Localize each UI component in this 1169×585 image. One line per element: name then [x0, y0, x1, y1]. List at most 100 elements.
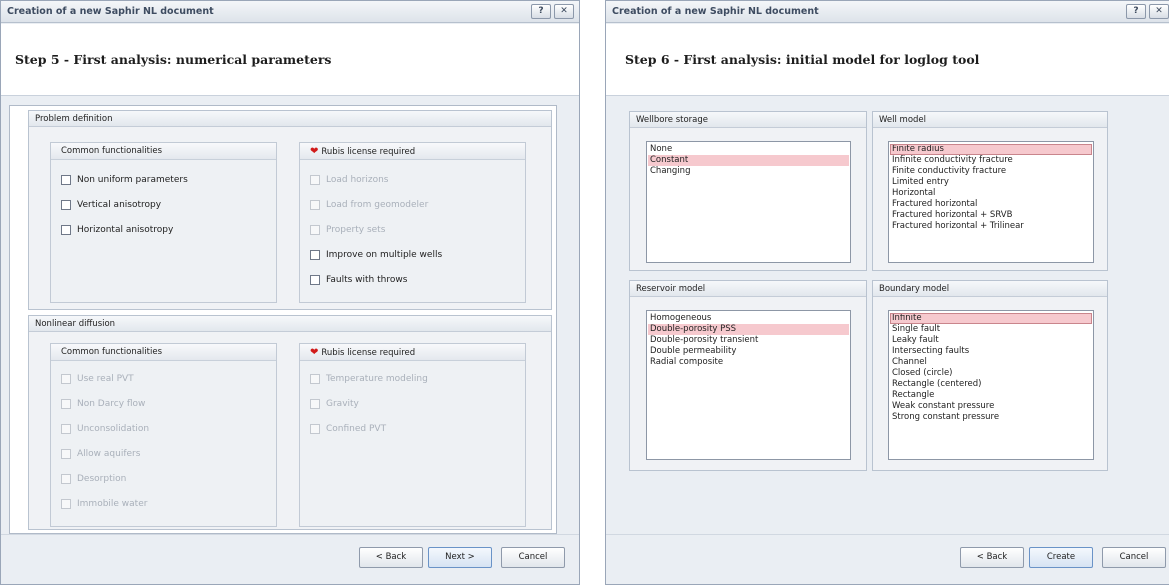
checkbox-load-from-geomodeler: Load from geomodeler — [310, 199, 428, 211]
boundary-model-list[interactable]: Infinite Single fault Leaky fault Inters… — [888, 310, 1094, 460]
well-model-group: Well model Finite radius Infinite conduc… — [872, 111, 1108, 271]
list-item[interactable]: Leaky fault — [890, 335, 1092, 346]
list-item[interactable]: Rectangle — [890, 390, 1092, 401]
checkbox-label: Horizontal anisotropy — [77, 225, 174, 235]
checkbox-label: Allow aquifers — [77, 449, 141, 459]
list-item[interactable]: Infinite conductivity fracture — [890, 155, 1092, 166]
checkbox-label: Vertical anisotropy — [77, 200, 162, 210]
checkbox-box — [61, 399, 71, 409]
checkbox-box[interactable] — [61, 200, 71, 210]
list-item[interactable]: Horizontal — [890, 188, 1092, 199]
list-item-selected[interactable]: Infinite — [890, 313, 1092, 324]
checkbox-confined-pvt: Confined PVT — [310, 423, 386, 435]
dialog-step5: Creation of a new Saphir NL document ? ✕… — [0, 0, 580, 585]
list-item[interactable]: Limited entry — [890, 177, 1092, 188]
checkbox-label: Temperature modeling — [326, 374, 428, 384]
create-button[interactable]: Create — [1029, 547, 1093, 568]
list-item-selected[interactable]: Finite radius — [890, 144, 1092, 155]
list-item[interactable]: Channel — [890, 357, 1092, 368]
step-header: Step 6 - First analysis: initial model f… — [606, 24, 1169, 96]
cancel-button[interactable]: Cancel — [501, 547, 565, 568]
step-title: Step 6 - First analysis: initial model f… — [625, 52, 980, 67]
rubis-license-panel: ❤ Rubis license required Temperature mode… — [299, 343, 526, 527]
group-title: Nonlinear diffusion — [29, 316, 551, 332]
checkbox-vertical-anisotropy[interactable]: Vertical anisotropy — [61, 199, 161, 211]
checkbox-box — [61, 424, 71, 434]
window-title: Creation of a new Saphir NL document — [7, 6, 214, 17]
list-item[interactable]: Fractured horizontal — [890, 199, 1092, 210]
checkbox-faults-with-throws[interactable]: Faults with throws — [310, 274, 407, 286]
close-button[interactable]: ✕ — [554, 4, 574, 19]
checkbox-gravity: Gravity — [310, 398, 359, 410]
checkbox-label: Load from geomodeler — [326, 200, 429, 210]
group-title: Wellbore storage — [630, 112, 866, 128]
checkbox-non-uniform-parameters[interactable]: Non uniform parameters — [61, 174, 188, 186]
group-title: Problem definition — [29, 111, 551, 127]
nonlinear-diffusion-group: Nonlinear diffusion Common functionaliti… — [28, 315, 552, 530]
checkbox-box — [310, 424, 320, 434]
checkbox-label: Property sets — [326, 225, 386, 235]
panel-title: Common functionalities — [51, 143, 276, 160]
list-item[interactable]: Fractured horizontal + SRVB — [890, 210, 1092, 221]
panel-title: Rubis license required — [321, 348, 416, 358]
checkbox-label: Desorption — [77, 474, 127, 484]
checkbox-label: Gravity — [326, 399, 359, 409]
list-item[interactable]: Double permeability — [648, 346, 849, 357]
checkbox-box — [61, 374, 71, 384]
list-item[interactable]: Intersecting faults — [890, 346, 1092, 357]
close-button[interactable]: ✕ — [1149, 4, 1169, 19]
checkbox-label: Unconsolidation — [77, 424, 150, 434]
list-item[interactable]: Closed (circle) — [890, 368, 1092, 379]
list-item[interactable]: Single fault — [890, 324, 1092, 335]
title-bar[interactable]: Creation of a new Saphir NL document ? ✕ — [606, 1, 1169, 23]
title-bar[interactable]: Creation of a new Saphir NL document ? ✕ — [1, 1, 579, 23]
common-functionalities-panel: Common functionalities Non uniform param… — [50, 142, 277, 303]
wellbore-storage-list[interactable]: None Constant Changing — [646, 141, 851, 263]
button-bar: < Back Next > Cancel — [1, 534, 579, 584]
checkbox-temperature-modeling: Temperature modeling — [310, 373, 428, 385]
checkbox-label: Non uniform parameters — [77, 175, 188, 185]
common-functionalities-panel: Common functionalities Use real PVT Non … — [50, 343, 277, 527]
group-title: Reservoir model — [630, 281, 866, 297]
checkbox-load-horizons: Load horizons — [310, 174, 389, 186]
checkbox-box — [61, 449, 71, 459]
checkbox-box[interactable] — [61, 175, 71, 185]
checkbox-improve-on-multiple-wells[interactable]: Improve on multiple wells — [310, 249, 442, 261]
help-button[interactable]: ? — [531, 4, 551, 19]
list-item[interactable]: Homogeneous — [648, 313, 849, 324]
list-item[interactable]: Finite conductivity fracture — [890, 166, 1092, 177]
back-button[interactable]: < Back — [359, 547, 423, 568]
reservoir-model-list[interactable]: Homogeneous Double-porosity PSS Double-p… — [646, 310, 851, 460]
checkbox-label: Improve on multiple wells — [326, 250, 443, 260]
checkbox-label: Use real PVT — [77, 374, 134, 384]
panel-title-row: ❤ Rubis license required — [300, 344, 525, 361]
checkbox-box[interactable] — [310, 250, 320, 260]
group-title: Boundary model — [873, 281, 1107, 297]
list-item[interactable]: Double-porosity transient — [648, 335, 849, 346]
group-title: Well model — [873, 112, 1107, 128]
checkbox-box[interactable] — [310, 275, 320, 285]
cancel-button[interactable]: Cancel — [1102, 547, 1166, 568]
help-button[interactable]: ? — [1126, 4, 1146, 19]
checkbox-box[interactable] — [61, 225, 71, 235]
list-item-selected[interactable]: Constant — [648, 155, 849, 166]
list-item-selected[interactable]: Double-porosity PSS — [648, 324, 849, 335]
checkbox-non-darcy-flow: Non Darcy flow — [61, 398, 145, 410]
list-item[interactable]: Weak constant pressure — [890, 401, 1092, 412]
list-item[interactable]: Radial composite — [648, 357, 849, 368]
list-item[interactable]: Fractured horizontal + Trilinear — [890, 221, 1092, 232]
panel-title: Common functionalities — [51, 344, 276, 361]
well-model-list[interactable]: Finite radius Infinite conductivity frac… — [888, 141, 1094, 263]
panel-title: Rubis license required — [321, 147, 416, 157]
heart-icon: ❤ — [310, 347, 319, 358]
list-item[interactable]: Rectangle (centered) — [890, 379, 1092, 390]
list-item[interactable]: Changing — [648, 166, 849, 177]
problem-definition-group: Problem definition Common functionalitie… — [28, 110, 552, 310]
list-item[interactable]: Strong constant pressure — [890, 412, 1092, 423]
checkbox-horizontal-anisotropy[interactable]: Horizontal anisotropy — [61, 224, 173, 236]
checkbox-label: Immobile water — [77, 499, 148, 509]
back-button[interactable]: < Back — [960, 547, 1024, 568]
list-item[interactable]: None — [648, 144, 849, 155]
checkbox-label: Load horizons — [326, 175, 389, 185]
next-button[interactable]: Next > — [428, 547, 492, 568]
